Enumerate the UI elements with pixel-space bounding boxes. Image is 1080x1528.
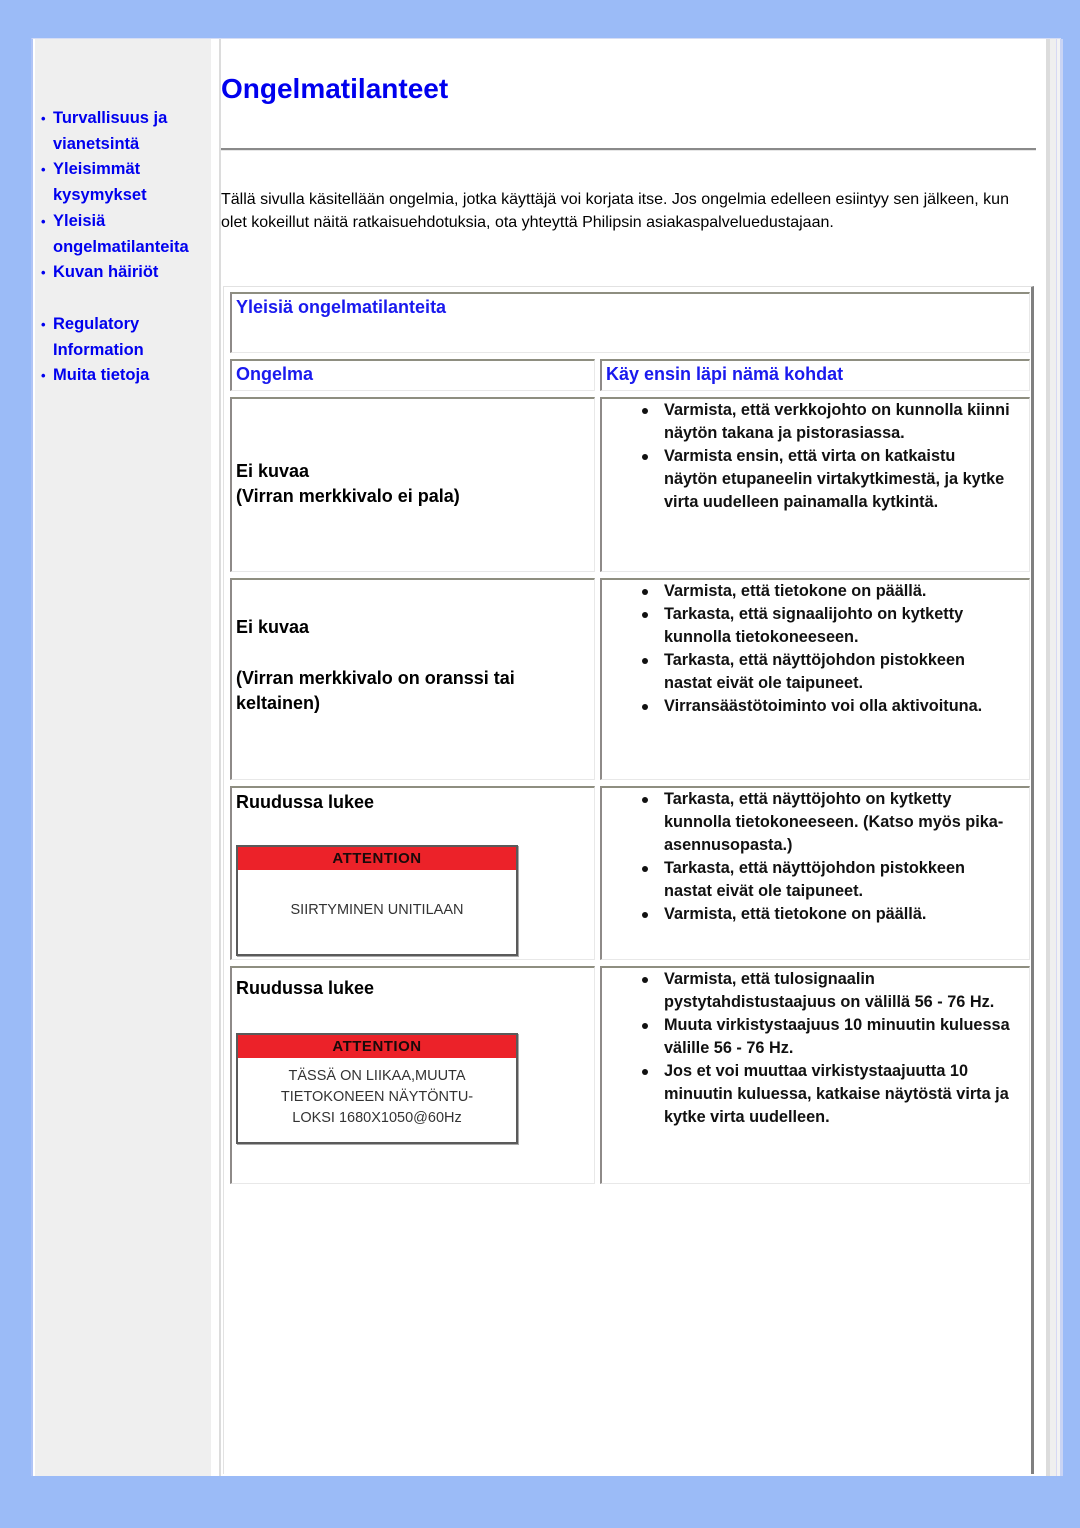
problem-cell: Ei kuvaa (Virran merkkivalo ei pala) bbox=[230, 397, 595, 572]
sidebar-item-muita-tietoja[interactable]: • Muita tietoja bbox=[39, 363, 211, 389]
problem-title: Ruudussa lukee bbox=[236, 792, 375, 812]
sidebar-link[interactable]: Muita tietoja bbox=[53, 366, 149, 384]
bullet-icon bbox=[642, 408, 648, 414]
check-item: Tarkasta, että näyttöjohdon pistokkeen n… bbox=[642, 857, 1012, 903]
problem-cell: Ruudussa lukee ATTENTION TÄSSÄ ON LIIKAA… bbox=[230, 966, 595, 1184]
bullet-icon: • bbox=[41, 368, 46, 384]
attention-body: SIIRTYMINEN UNITILAAN bbox=[290, 902, 464, 918]
checks-list: Tarkasta, että näyttöjohto on kytketty k… bbox=[642, 788, 1012, 926]
sidebar-link[interactable]: Regulatory Information bbox=[53, 315, 144, 359]
sidebar-item-turvallisuus[interactable]: • Turvallisuus ja vianetsintä bbox=[39, 106, 211, 157]
attention-message-image: ATTENTION SIIRTYMINEN UNITILAAN bbox=[236, 845, 518, 956]
page-title: Ongelmatilanteet bbox=[221, 73, 449, 104]
page-frame: • Turvallisuus ja vianetsintä • Yleisimmät… bbox=[31, 38, 1063, 1476]
problem-text: Ei kuvaa (Virran merkkivalo on oranssi t… bbox=[236, 615, 566, 716]
problem-subtitle: (Virran merkkivalo ei pala) bbox=[236, 486, 460, 506]
column-header-label: Käy ensin läpi nämä kohdat bbox=[606, 364, 844, 384]
checks-list: Varmista, että verkkojohto on kunnolla k… bbox=[642, 399, 1012, 514]
bullet-icon bbox=[642, 866, 648, 872]
checks-list: Varmista, että tulosignaalin pystytahdis… bbox=[642, 968, 1012, 1129]
sidebar-item-regulatory-information[interactable]: • Regulatory Information bbox=[39, 312, 211, 363]
bullet-icon bbox=[642, 454, 648, 460]
frame-scrollbar[interactable] bbox=[1046, 39, 1063, 1476]
bullet-icon bbox=[642, 912, 648, 918]
problem-title: Ruudussa lukee bbox=[236, 978, 375, 998]
bullet-icon: • bbox=[41, 111, 46, 126]
section-title: Yleisiä ongelmatilanteita bbox=[236, 297, 447, 317]
check-item: Jos et voi muuttaa virkistystaajuutta 10… bbox=[642, 1060, 1012, 1129]
bullet-icon bbox=[642, 797, 648, 803]
main-content: Ongelmatilanteet Tällä sivulla käsitellä… bbox=[221, 39, 1037, 1476]
sidebar-item-yleisia-ongelmatilanteita[interactable]: • Yleisiä ongelmatilanteita bbox=[39, 209, 211, 260]
bullet-icon: • bbox=[41, 213, 46, 229]
attention-body: TÄSSÄ ON LIIKAA,MUUTA TIETOKONEEN NÄYTÖN… bbox=[280, 1068, 474, 1126]
check-item: Varmista, että tietokone on päällä. bbox=[642, 903, 1012, 926]
bullet-icon bbox=[642, 612, 648, 618]
sidebar-link[interactable]: Kuvan häiriöt bbox=[53, 263, 158, 281]
check-item: Varmista, että tulosignaalin pystytahdis… bbox=[642, 968, 1012, 1014]
problem-title: Ei kuvaa bbox=[236, 617, 310, 637]
attention-message-image: ATTENTION TÄSSÄ ON LIIKAA,MUUTA TIETOKON… bbox=[236, 1033, 518, 1144]
check-item: Tarkasta, että näyttöjohto on kytketty k… bbox=[642, 788, 1012, 857]
sidebar-nav: • Turvallisuus ja vianetsintä • Yleisimmät… bbox=[35, 39, 211, 1476]
sidebar-link[interactable]: Yleisimmät kysymykset bbox=[53, 160, 147, 204]
bullet-icon bbox=[642, 1023, 648, 1029]
sidebar-link[interactable]: Yleisiä ongelmatilanteita bbox=[53, 212, 189, 256]
check-item: Varmista, että tietokone on päällä. bbox=[642, 580, 1012, 603]
section-header-cell: Yleisiä ongelmatilanteita bbox=[230, 292, 1030, 353]
column-header-problem: Ongelma bbox=[230, 359, 595, 391]
sidebar-item-yleisimmat-kysymykset[interactable]: • Yleisimmät kysymykset bbox=[39, 157, 211, 208]
problem-cell: Ruudussa lukee ATTENTION SIIRTYMINEN UNI… bbox=[230, 786, 595, 960]
column-header-checks: Käy ensin läpi nämä kohdat bbox=[600, 359, 1030, 391]
bullet-icon bbox=[642, 977, 648, 983]
problem-title: Ei kuvaa bbox=[236, 461, 310, 481]
check-item: Muuta virkistystaajuus 10 minuutin kulue… bbox=[642, 1014, 1012, 1060]
horizontal-rule bbox=[221, 148, 1036, 151]
attention-header: ATTENTION bbox=[238, 1035, 516, 1058]
check-item: Tarkasta, että näyttöjohdon pistokkeen n… bbox=[642, 649, 1012, 695]
checks-cell: Varmista, että tietokone on päällä. Tark… bbox=[600, 578, 1030, 780]
check-item: Varmista, että verkkojohto on kunnolla k… bbox=[642, 399, 1012, 445]
check-item: Varmista ensin, että virta on katkaistu … bbox=[642, 445, 1012, 514]
bullet-icon bbox=[642, 589, 648, 595]
bullet-icon: • bbox=[41, 265, 46, 281]
checks-cell: Varmista, että tulosignaalin pystytahdis… bbox=[600, 966, 1030, 1184]
bullet-icon: • bbox=[41, 316, 46, 332]
checks-list: Varmista, että tietokone on päällä. Tark… bbox=[642, 580, 1012, 718]
problem-text: Ei kuvaa (Virran merkkivalo ei pala) bbox=[236, 459, 460, 509]
attention-header: ATTENTION bbox=[238, 847, 516, 870]
troubleshooting-table: Yleisiä ongelmatilanteita Ongelma Käy en… bbox=[223, 286, 1034, 1474]
bullet-icon: • bbox=[41, 162, 46, 178]
checks-cell: Tarkasta, että näyttöjohto on kytketty k… bbox=[600, 786, 1030, 960]
sidebar-link[interactable]: Turvallisuus ja vianetsintä bbox=[53, 109, 167, 153]
problem-cell: Ei kuvaa (Virran merkkivalo on oranssi t… bbox=[230, 578, 595, 780]
bullet-icon bbox=[642, 704, 648, 710]
bullet-icon bbox=[642, 1069, 648, 1075]
checks-cell: Varmista, että verkkojohto on kunnolla k… bbox=[600, 397, 1030, 572]
check-item: Virransäästötoiminto voi olla aktivoitun… bbox=[642, 695, 1012, 718]
check-item: Tarkasta, että signaalijohto on kytketty… bbox=[642, 603, 1012, 649]
column-header-label: Ongelma bbox=[236, 364, 314, 384]
bullet-icon bbox=[642, 658, 648, 664]
problem-subtitle: (Virran merkkivalo on oranssi tai keltai… bbox=[236, 668, 515, 713]
intro-paragraph: Tällä sivulla käsitellään ongelmia, jotk… bbox=[221, 191, 1009, 231]
sidebar-item-kuvan-hairiot[interactable]: • Kuvan häiriöt bbox=[39, 260, 211, 286]
